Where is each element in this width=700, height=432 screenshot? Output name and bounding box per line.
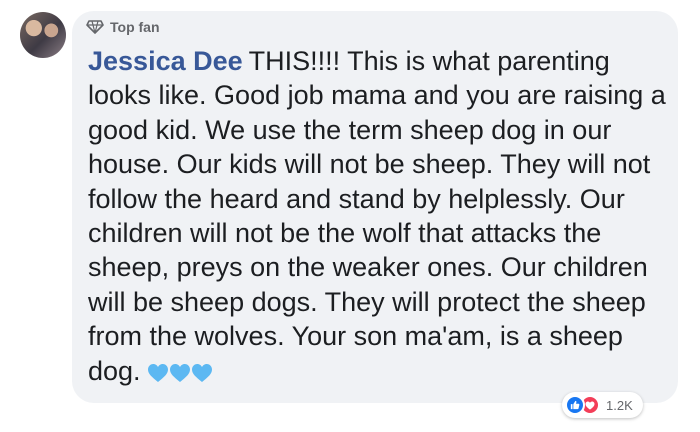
comment-author[interactable]: Jessica Dee (88, 46, 243, 76)
emoji-group (147, 363, 213, 383)
blue-heart-icon (147, 363, 168, 382)
comment-body: Jessica Dee THIS!!!! This is what parenti… (88, 44, 668, 388)
badge-label: Top fan (110, 19, 160, 35)
comment-bubble: Top fan Jessica Dee THIS!!!! This is what… (72, 11, 678, 403)
top-fan-badge: Top fan (86, 19, 160, 35)
comment-text: THIS!!!! This is what parenting looks li… (88, 46, 666, 386)
reaction-summary[interactable]: 1.2K (562, 392, 643, 418)
blue-heart-icon (191, 363, 212, 382)
like-icon (565, 395, 585, 415)
diamond-icon (86, 20, 104, 34)
blue-heart-icon (169, 363, 190, 382)
avatar[interactable] (20, 12, 66, 58)
reaction-count: 1.2K (606, 397, 633, 413)
